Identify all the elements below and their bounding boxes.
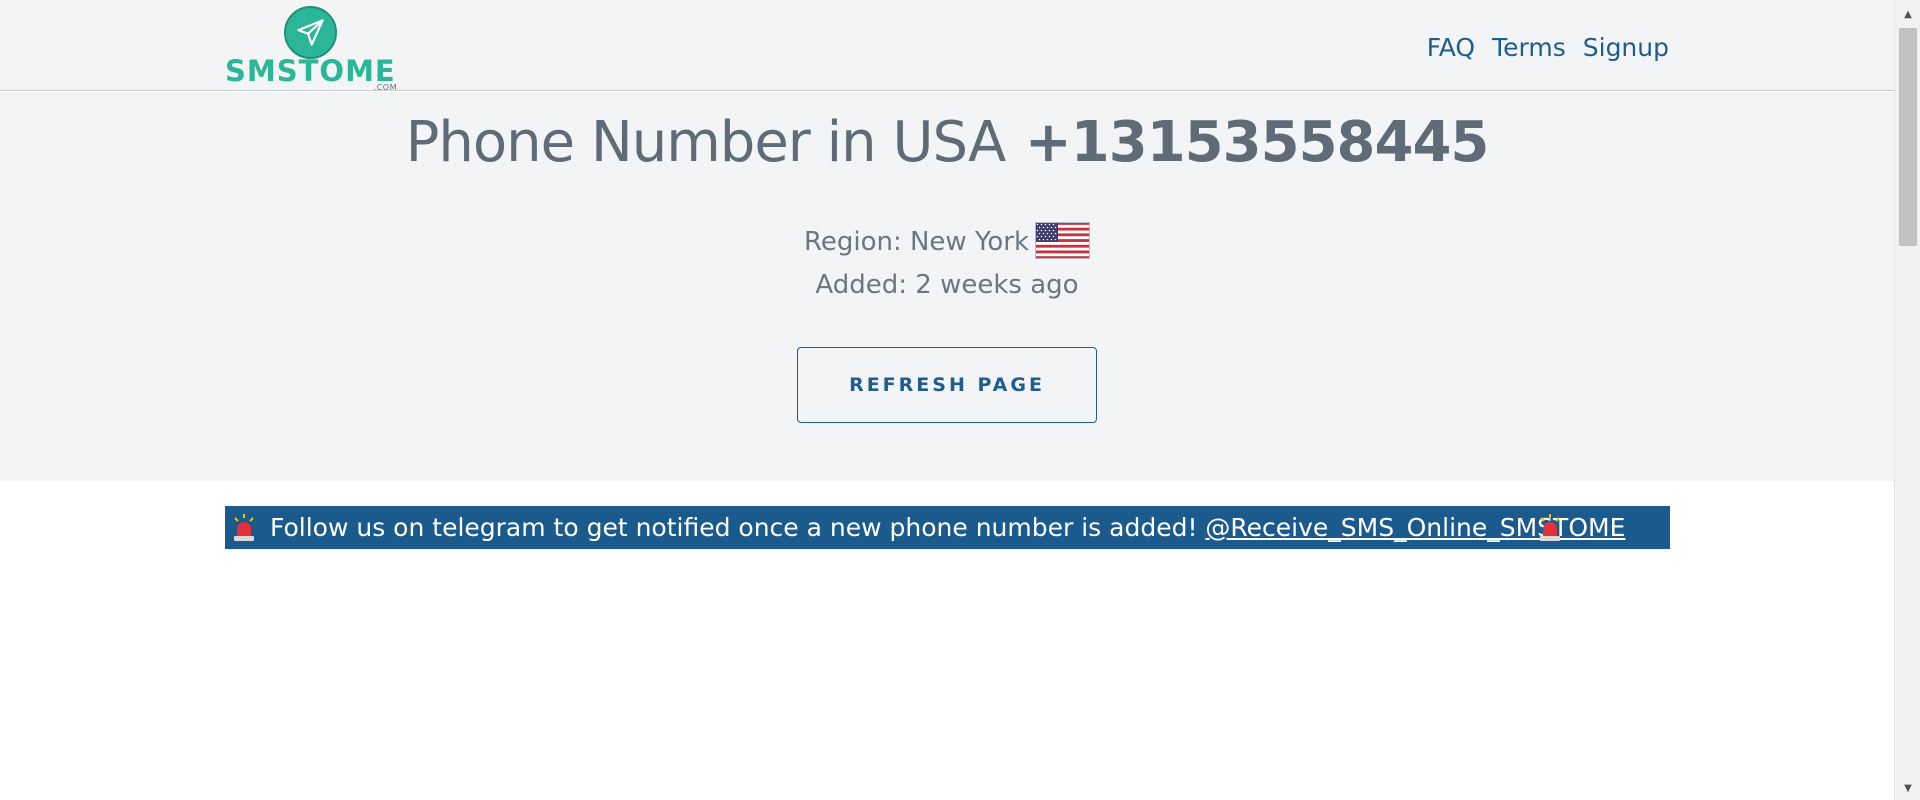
banner-message-row: Follow us on telegram to get notified on…	[270, 506, 1625, 549]
hero-section: Phone Number in USA +13153558445 Region:…	[0, 92, 1894, 481]
main-nav: FAQ Terms Signup	[1427, 32, 1669, 64]
nav-link-signup[interactable]: Signup	[1583, 32, 1669, 64]
added-date: Added: 2 weeks ago	[815, 270, 1079, 300]
paper-plane-icon	[284, 6, 337, 59]
scroll-down-arrow-icon[interactable]: ▼	[1895, 778, 1920, 798]
banner-message: Follow us on telegram to get notified on…	[270, 513, 1198, 542]
siren-icon	[1540, 514, 1560, 541]
refresh-page-button[interactable]: REFRESH PAGE	[797, 347, 1097, 423]
site-logo[interactable]: SMSTOME .COM	[225, 4, 397, 92]
telegram-link[interactable]: @Receive_SMS_Online_SMSTOME	[1205, 513, 1625, 542]
scrollbar-thumb[interactable]	[1899, 28, 1917, 246]
title-prefix: Phone Number in USA	[405, 110, 1007, 175]
telegram-banner: Follow us on telegram to get notified on…	[225, 506, 1670, 549]
vertical-scrollbar[interactable]: ▲ ▼	[1894, 0, 1920, 800]
page: SMSTOME .COM FAQ Terms Signup Phone Numb…	[0, 0, 1894, 800]
page-title: Phone Number in USA +13153558445	[0, 108, 1894, 178]
region-row: Region: New York	[0, 222, 1894, 262]
site-header: SMSTOME .COM FAQ Terms Signup	[0, 0, 1894, 92]
region-text: Region: New York	[803, 227, 1030, 257]
scroll-up-arrow-icon[interactable]: ▲	[1895, 4, 1920, 24]
siren-icon	[234, 514, 254, 541]
phone-number: +13153558445	[1024, 110, 1490, 175]
nav-link-terms[interactable]: Terms	[1492, 32, 1566, 64]
us-flag-icon	[1035, 222, 1091, 259]
logo-domain: .COM	[373, 83, 397, 92]
logo-text: SMSTOME	[225, 54, 396, 88]
nav-link-faq[interactable]: FAQ	[1427, 32, 1475, 64]
